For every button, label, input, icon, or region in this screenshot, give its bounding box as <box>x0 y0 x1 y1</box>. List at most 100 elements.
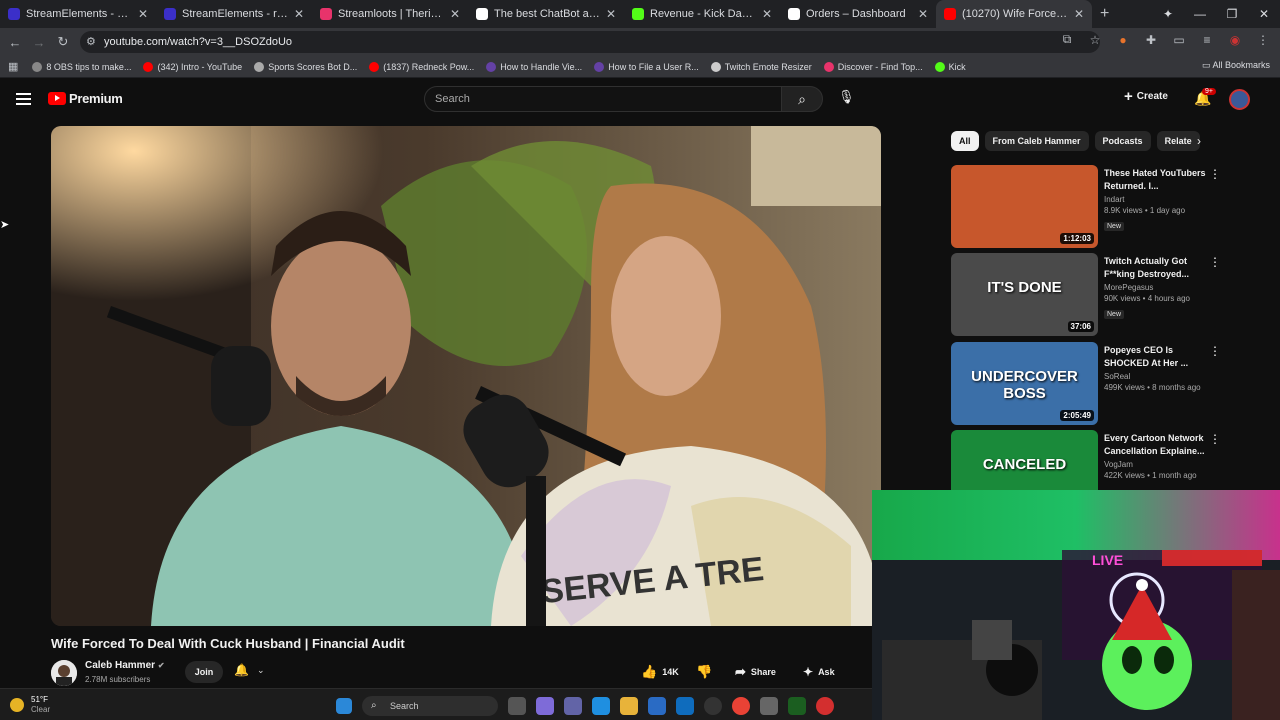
minimize-button[interactable]: — <box>1184 7 1216 21</box>
more-options-icon[interactable]: ⋮ <box>1209 255 1221 269</box>
side-panel-icon[interactable]: ▭ <box>1170 33 1188 47</box>
recommendation-thumbnail[interactable]: 1:12:03 <box>951 165 1098 248</box>
more-options-icon[interactable]: ⋮ <box>1209 167 1221 181</box>
bookmark-label: (1837) Redneck Pow... <box>383 61 475 72</box>
recommendation-item[interactable]: UNDERCOVER BOSS 2:05:49 Popeyes CEO Is SHO… <box>951 342 1261 425</box>
all-bookmarks-button[interactable]: ▭ All Bookmarks <box>1202 60 1270 71</box>
channel-avatar[interactable] <box>51 660 77 686</box>
bookmark-item[interactable]: Twitch Emote Resizer <box>710 61 812 72</box>
file-explorer-icon[interactable] <box>620 697 638 715</box>
tab-title: StreamElements - Overlays <box>26 8 132 20</box>
recommendation-thumbnail[interactable]: IT'S DONE 37:06 <box>951 253 1098 336</box>
extensions-puzzle-icon[interactable]: ✚ <box>1142 33 1160 47</box>
browser-tab[interactable]: StreamElements - Overlays ✕ <box>0 0 156 28</box>
close-tab-icon[interactable]: ✕ <box>606 7 616 21</box>
task-view-icon[interactable] <box>508 697 526 715</box>
install-app-icon[interactable]: ⧉ <box>1058 32 1076 47</box>
browser-tab[interactable]: Streamloots | Theripped redne ✕ <box>312 0 468 28</box>
filter-chip[interactable]: All <box>951 131 979 151</box>
filter-chip[interactable]: Podcasts <box>1094 131 1151 151</box>
close-tab-icon[interactable]: ✕ <box>138 7 148 21</box>
profile-avatar-icon[interactable]: ◉ <box>1226 33 1244 47</box>
store-icon[interactable] <box>648 697 666 715</box>
close-window-button[interactable]: ✕ <box>1248 7 1280 21</box>
filter-chip[interactable]: Relate <box>1156 131 1200 151</box>
dislike-button[interactable]: 👎 <box>696 661 712 683</box>
reload-button[interactable]: ↻ <box>51 34 75 50</box>
join-button[interactable]: Join <box>185 661 223 683</box>
copilot-icon[interactable] <box>536 697 554 715</box>
account-avatar[interactable] <box>1229 89 1250 110</box>
close-tab-icon[interactable]: ✕ <box>918 7 928 21</box>
voice-search-icon[interactable]: 🎙 <box>838 89 855 105</box>
start-windows-icon[interactable] <box>336 698 352 714</box>
search-input[interactable]: Search <box>424 86 782 112</box>
chevron-down-icon[interactable]: ⌄ <box>257 665 265 676</box>
bookmark-star-icon[interactable]: ☆ <box>1086 33 1104 47</box>
bookmark-item[interactable]: Kick <box>934 61 966 72</box>
recommendation-item[interactable]: IT'S DONE 37:06 Twitch Actually Got F**kin… <box>951 253 1261 336</box>
channel-name[interactable]: Caleb Hammer ✔ <box>85 660 165 671</box>
youtube-premium-logo[interactable]: Premium <box>48 91 123 106</box>
taskbar-search[interactable]: ⌕ Search <box>362 696 498 716</box>
bookmark-item[interactable]: How to File a User R... <box>594 61 699 72</box>
omnibox[interactable]: ⚙ youtube.com/watch?v=3__DSOZdoUo <box>80 31 1100 53</box>
recommendation-channel: MorePegasus <box>1104 283 1154 292</box>
recommendation-thumbnail[interactable]: UNDERCOVER BOSS 2:05:49 <box>951 342 1098 425</box>
more-options-icon[interactable]: ⋮ <box>1209 344 1221 358</box>
profile-menu-icon[interactable]: ✦ <box>1152 7 1184 21</box>
youtube-header: Premium Search ⌕ 🎙 + Create 🔔 9+ <box>0 80 1280 120</box>
mouse-cursor-icon: ➤ <box>0 219 10 231</box>
bookmark-favicon-icon <box>143 61 154 72</box>
bookmark-item[interactable]: (1837) Redneck Pow... <box>369 61 475 72</box>
subscription-bell-icon[interactable]: 🔔 <box>234 663 249 677</box>
filter-chip[interactable]: From Caleb Hammer <box>984 131 1089 151</box>
edge-icon[interactable] <box>592 697 610 715</box>
terminal-icon[interactable] <box>788 697 806 715</box>
bookmark-item[interactable]: (342) Intro - YouTube <box>143 61 242 72</box>
bookmark-label: Twitch Emote Resizer <box>724 61 812 72</box>
bookmark-favicon-icon <box>710 61 721 72</box>
search-button[interactable]: ⌕ <box>781 86 823 112</box>
outlook-icon[interactable] <box>676 697 694 715</box>
bookmark-item[interactable]: Discover - Find Top... <box>823 61 923 72</box>
site-info-icon[interactable]: ⚙ <box>86 35 96 48</box>
chrome-icon[interactable] <box>732 697 750 715</box>
browser-menu-icon[interactable]: ⋮ <box>1254 33 1272 47</box>
new-tab-button[interactable]: + <box>1100 5 1109 23</box>
media-controls-icon[interactable]: ≡ <box>1198 33 1216 47</box>
close-tab-icon[interactable]: ✕ <box>1074 7 1084 21</box>
weather-condition: Clear <box>31 705 51 714</box>
bookmark-item[interactable]: 8 OBS tips to make... <box>32 61 131 72</box>
close-tab-icon[interactable]: ✕ <box>294 7 304 21</box>
bookmark-item[interactable]: How to Handle Vie... <box>486 61 582 72</box>
ets-icon[interactable] <box>816 697 834 715</box>
share-button[interactable]: ➦ Share <box>735 661 776 683</box>
extension-icon[interactable]: ● <box>1114 33 1132 47</box>
create-button[interactable]: + Create <box>1124 88 1168 105</box>
browser-tab[interactable]: Revenue - Kick Dashboard ✕ <box>624 0 780 28</box>
weather-widget[interactable]: 51°F Clear <box>10 695 50 715</box>
recommendation-meta: 8.9K views • 1 day ago <box>1104 206 1186 215</box>
app-icon[interactable] <box>760 697 778 715</box>
browser-tab[interactable]: The best ChatBot and Widgets ✕ <box>468 0 624 28</box>
browser-tab[interactable]: Orders – Dashboard ✕ <box>780 0 936 28</box>
hamburger-menu-icon[interactable] <box>16 93 31 108</box>
forward-button[interactable]: → <box>27 35 51 50</box>
browser-tab[interactable]: StreamElements - rippedredne ✕ <box>156 0 312 28</box>
obs-icon[interactable] <box>704 697 722 715</box>
recommendation-item[interactable]: 1:12:03 These Hated YouTubers Returned. I… <box>951 165 1261 248</box>
apps-grid-icon[interactable]: ▦ <box>8 60 18 73</box>
ask-button[interactable]: ✦ Ask <box>803 661 835 683</box>
teams-icon[interactable] <box>564 697 582 715</box>
close-tab-icon[interactable]: ✕ <box>762 7 772 21</box>
browser-tab[interactable]: (10270) Wife Forced To De ✕ <box>936 0 1092 28</box>
bookmark-item[interactable]: Sports Scores Bot D... <box>254 61 357 72</box>
chips-next-icon[interactable]: › <box>1197 134 1201 148</box>
like-button[interactable]: 👍 14K <box>641 661 679 683</box>
more-options-icon[interactable]: ⋮ <box>1209 432 1221 446</box>
close-tab-icon[interactable]: ✕ <box>450 7 460 21</box>
restore-button[interactable]: ❐ <box>1216 7 1248 21</box>
back-button[interactable]: ← <box>3 35 27 50</box>
video-player[interactable]: SERVE A TRE <box>51 126 881 626</box>
